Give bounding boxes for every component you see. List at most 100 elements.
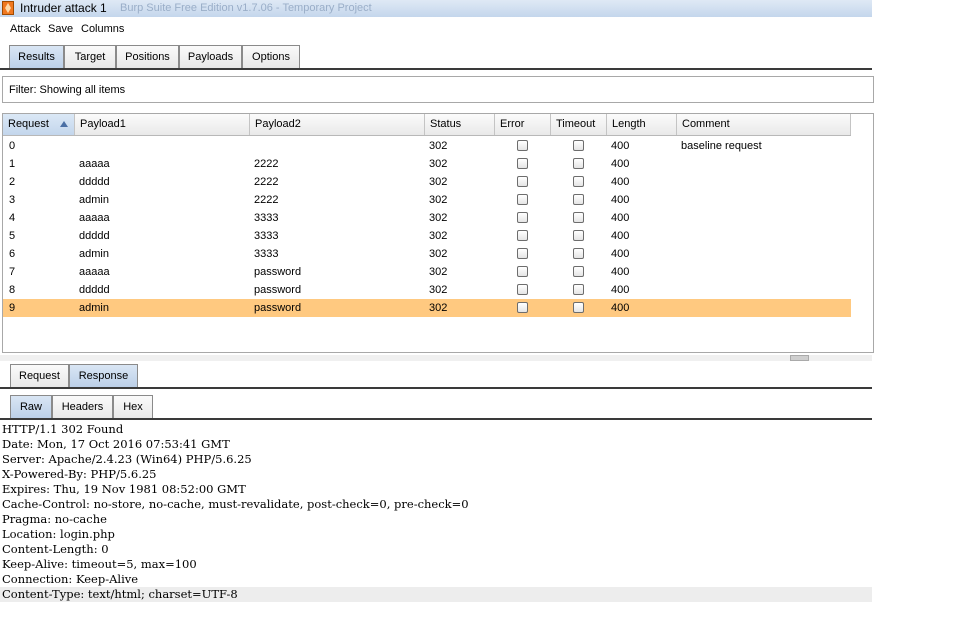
cell-payload1: admin — [79, 302, 109, 314]
cell-request: 1 — [9, 158, 16, 170]
tab-results[interactable]: Results — [9, 45, 64, 68]
response-line: Cache-Control: no-store, no-cache, must-… — [2, 497, 469, 511]
cell-payload2: 2222 — [254, 158, 279, 170]
cell-payload2: 3333 — [254, 248, 279, 260]
table-row[interactable]: 9 admin password 302 400 — [3, 299, 851, 317]
tab-request[interactable]: Request — [10, 364, 69, 387]
splitter-handle[interactable] — [790, 355, 809, 361]
background-window-title: Burp Suite Free Edition v1.7.06 - Tempor… — [120, 2, 372, 14]
column-length[interactable]: Length — [607, 114, 677, 135]
column-status[interactable]: Status — [425, 114, 495, 135]
pane-splitter[interactable] — [0, 355, 872, 361]
tab-headers[interactable]: Headers — [52, 395, 113, 418]
response-raw-view[interactable]: HTTP/1.1 302 Found Date: Mon, 17 Oct 201… — [0, 422, 872, 602]
cell-status: 302 — [429, 140, 448, 152]
tab-raw[interactable]: Raw — [10, 395, 52, 418]
results-table: Request Payload1 Payload2 Status Error T… — [2, 113, 874, 353]
cell-request: 5 — [9, 230, 16, 242]
table-row[interactable]: 5 ddddd 3333 302 400 — [3, 227, 851, 245]
view-tab-divider — [0, 418, 872, 420]
timeout-checkbox — [573, 284, 584, 295]
main-tab-bar: Results Target Positions Payloads Option… — [0, 45, 872, 70]
menu-attack[interactable]: Attack — [10, 23, 41, 35]
table-header: Request Payload1 Payload2 Status Error T… — [3, 114, 851, 136]
column-payload2[interactable]: Payload2 — [250, 114, 425, 135]
column-comment[interactable]: Comment — [677, 114, 851, 135]
cell-status: 302 — [429, 248, 448, 260]
cell-comment: baseline request — [681, 140, 762, 152]
cell-payload1: admin — [79, 194, 109, 206]
cell-payload1: aaaaa — [79, 212, 110, 224]
cell-payload1: aaaaa — [79, 158, 110, 170]
cell-length: 400 — [611, 302, 630, 314]
timeout-checkbox — [573, 140, 584, 151]
cell-length: 400 — [611, 248, 630, 260]
table-row[interactable]: 0 302 400 baseline request — [3, 137, 851, 155]
filter-bar[interactable]: Filter: Showing all items — [2, 76, 874, 103]
cell-payload2: password — [254, 266, 302, 278]
message-tab-divider — [0, 387, 872, 389]
cell-status: 302 — [429, 266, 448, 278]
column-timeout[interactable]: Timeout — [551, 114, 607, 135]
cell-length: 400 — [611, 284, 630, 296]
response-line: X-Powered-By: PHP/5.6.25 — [2, 467, 157, 481]
view-tab-bar: Raw Headers Hex — [0, 395, 872, 420]
cell-status: 302 — [429, 212, 448, 224]
intruder-window: Intruder attack 1 Burp Suite Free Editio… — [0, 0, 874, 602]
cell-payload1: aaaaa — [79, 266, 110, 278]
error-checkbox — [517, 212, 528, 223]
menu-save[interactable]: Save — [48, 23, 73, 35]
window-title: Intruder attack 1 — [20, 1, 107, 15]
column-request[interactable]: Request — [3, 114, 75, 135]
response-line: Expires: Thu, 19 Nov 1981 08:52:00 GMT — [2, 482, 246, 496]
tab-target[interactable]: Target — [64, 45, 116, 68]
tab-payloads[interactable]: Payloads — [179, 45, 242, 68]
timeout-checkbox — [573, 266, 584, 277]
table-row[interactable]: 8 ddddd password 302 400 — [3, 281, 851, 299]
title-bar: Intruder attack 1 Burp Suite Free Editio… — [0, 0, 872, 17]
table-row[interactable]: 2 ddddd 2222 302 400 — [3, 173, 851, 191]
cell-request: 8 — [9, 284, 16, 296]
column-payload1[interactable]: Payload1 — [75, 114, 250, 135]
error-checkbox — [517, 248, 528, 259]
cell-payload1: admin — [79, 248, 109, 260]
table-row[interactable]: 7 aaaaa password 302 400 — [3, 263, 851, 281]
timeout-checkbox — [573, 158, 584, 169]
response-line: Pragma: no-cache — [2, 512, 107, 526]
error-checkbox — [517, 158, 528, 169]
tab-hex[interactable]: Hex — [113, 395, 153, 418]
cell-length: 400 — [611, 140, 630, 152]
error-checkbox — [517, 140, 528, 151]
error-checkbox — [517, 176, 528, 187]
cell-length: 400 — [611, 158, 630, 170]
tab-divider — [0, 68, 872, 70]
timeout-checkbox — [573, 194, 584, 205]
error-checkbox — [517, 266, 528, 277]
cell-request: 2 — [9, 176, 16, 188]
error-checkbox — [517, 302, 528, 313]
table-row[interactable]: 1 aaaaa 2222 302 400 — [3, 155, 851, 173]
timeout-checkbox — [573, 176, 584, 187]
cell-length: 400 — [611, 194, 630, 206]
cell-status: 302 — [429, 284, 448, 296]
response-line: Connection: Keep-Alive — [2, 572, 139, 586]
cell-payload2: 3333 — [254, 230, 279, 242]
cell-payload1: ddddd — [79, 176, 110, 188]
tab-options[interactable]: Options — [242, 45, 300, 68]
table-row[interactable]: 6 admin 3333 302 400 — [3, 245, 851, 263]
cell-status: 302 — [429, 194, 448, 206]
cell-status: 302 — [429, 176, 448, 188]
response-line: Keep-Alive: timeout=5, max=100 — [2, 557, 197, 571]
error-checkbox — [517, 284, 528, 295]
menu-columns[interactable]: Columns — [81, 23, 124, 35]
error-checkbox — [517, 230, 528, 241]
column-error[interactable]: Error — [495, 114, 551, 135]
response-line: Location: login.php — [2, 527, 115, 541]
cell-payload2: 2222 — [254, 176, 279, 188]
table-row[interactable]: 4 aaaaa 3333 302 400 — [3, 209, 851, 227]
tab-positions[interactable]: Positions — [116, 45, 179, 68]
table-row[interactable]: 3 admin 2222 302 400 — [3, 191, 851, 209]
response-line: HTTP/1.1 302 Found — [2, 422, 124, 436]
tab-response[interactable]: Response — [69, 364, 138, 387]
cell-length: 400 — [611, 266, 630, 278]
